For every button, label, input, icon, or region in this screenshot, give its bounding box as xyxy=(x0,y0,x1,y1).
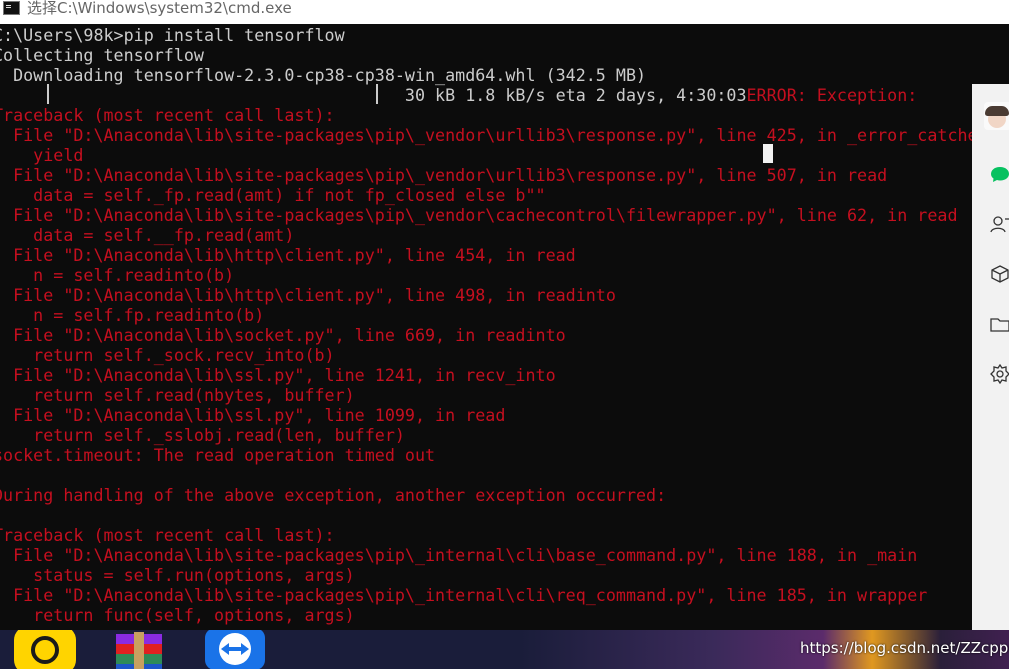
console-line-text: File "D:\Anaconda\lib\site-packages\pip\… xyxy=(0,125,988,145)
folder-icon[interactable] xyxy=(990,314,1009,334)
console-line-text: n = self.fp.readinto(b) xyxy=(0,305,265,325)
console-line-text: File "D:\Anaconda\lib\http\client.py", l… xyxy=(0,285,616,305)
console-line-text: File "D:\Anaconda\lib\site-packages\pip\… xyxy=(0,545,918,565)
wechat-side-panel xyxy=(972,84,1009,630)
console-line: n = self.readinto(b) xyxy=(0,265,234,285)
console-line-text: return func(self, options, args) xyxy=(0,605,355,625)
console-line: data = self._fp.read(amt) if not fp_clos… xyxy=(0,185,546,205)
console-line: During handling of the above exception, … xyxy=(0,485,666,505)
console-line: yield xyxy=(0,145,83,165)
console-line-text: File "D:\Anaconda\lib\site-packages\pip\… xyxy=(0,585,928,605)
console-line: File "D:\Anaconda\lib\socket.py", line 6… xyxy=(0,325,566,345)
console-line-text: 30 kB 1.8 kB/s eta 2 days, 4:30:03 xyxy=(0,85,747,105)
console-line: Traceback (most recent call last): xyxy=(0,525,335,545)
console-line-text: File "D:\Anaconda\lib\http\client.py", l… xyxy=(0,245,576,265)
avatar[interactable] xyxy=(984,102,1009,130)
csdn-watermark: https://blog.csdn.net/ZZcppc xyxy=(800,639,1009,657)
console-line: File "D:\Anaconda\lib\site-packages\pip\… xyxy=(0,545,917,565)
console-line-text: status = self.run(options, args) xyxy=(0,565,355,585)
console-line-text: Downloading tensorflow-2.3.0-cp38-cp38-w… xyxy=(0,65,647,85)
console-line: return self.read(nbytes, buffer) xyxy=(0,385,355,405)
chat-icon[interactable] xyxy=(990,164,1009,184)
title-bar[interactable]: 选择C:\Windows\system32\cmd.exe xyxy=(0,0,1009,24)
console-line-text: return self.read(nbytes, buffer) xyxy=(0,385,355,405)
teamviewer-app-icon[interactable] xyxy=(205,630,265,669)
avatar-hair xyxy=(985,106,1009,116)
thunder-app-icon[interactable] xyxy=(14,630,76,669)
thunder-app-icon-ring xyxy=(31,636,59,664)
console-line: File "D:\Anaconda\lib\site-packages\pip\… xyxy=(0,125,988,145)
console-line: File "D:\Anaconda\lib\http\client.py", l… xyxy=(0,285,616,305)
console-line-suffix: ERROR: Exception: xyxy=(746,85,918,105)
console-line: File "D:\Anaconda\lib\ssl.py", line 1099… xyxy=(0,405,505,425)
console-line-text: data = self.__fp.read(amt) xyxy=(0,225,295,245)
console-line: 30 kB 1.8 kB/s eta 2 days, 4:30:03ERROR:… xyxy=(0,85,917,105)
console-line-text: File "D:\Anaconda\lib\site-packages\pip\… xyxy=(0,165,888,185)
console-line-text: n = self.readinto(b) xyxy=(0,265,235,285)
console-line-text: socket.timeout: The read operation timed… xyxy=(0,445,436,465)
console-line-text: C:\Users\98k>pip install tensorflow xyxy=(0,25,345,45)
console-line: Collecting tensorflow xyxy=(0,45,204,65)
console-line: Traceback (most recent call last): xyxy=(0,105,335,125)
progress-bar-left-edge xyxy=(47,84,49,104)
contacts-icon[interactable] xyxy=(990,214,1009,234)
console-line: C:\Users\98k>pip install tensorflow xyxy=(0,25,345,45)
cube-icon[interactable] xyxy=(990,264,1009,284)
console-line: Downloading tensorflow-2.3.0-cp38-cp38-w… xyxy=(0,65,646,85)
console-line: status = self.run(options, args) xyxy=(0,565,355,585)
console-line-text: yield xyxy=(0,145,84,165)
console-line: File "D:\Anaconda\lib\ssl.py", line 1241… xyxy=(0,365,556,385)
console-line: File "D:\Anaconda\lib\site-packages\pip\… xyxy=(0,205,958,225)
window-title: 选择C:\Windows\system32\cmd.exe xyxy=(27,0,292,17)
console-line: File "D:\Anaconda\lib\site-packages\pip\… xyxy=(0,585,927,605)
progress-bar-right-edge xyxy=(376,84,378,104)
console-line-text: Traceback (most recent call last): xyxy=(0,525,335,545)
console-line-text: File "D:\Anaconda\lib\ssl.py", line 1099… xyxy=(0,405,506,425)
console-line-text: Collecting tensorflow xyxy=(0,45,204,65)
winrar-app-icon[interactable] xyxy=(110,632,168,669)
console-line-text: File "D:\Anaconda\lib\socket.py", line 6… xyxy=(0,325,566,345)
console-line-text: data = self._fp.read(amt) if not fp_clos… xyxy=(0,185,546,205)
console-line: File "D:\Anaconda\lib\http\client.py", l… xyxy=(0,245,576,265)
console-line-text: return self._sslobj.read(len, buffer) xyxy=(0,425,405,445)
console-line: return self._sslobj.read(len, buffer) xyxy=(0,425,405,445)
console-line-text: Traceback (most recent call last): xyxy=(0,105,335,125)
console-line-text: File "D:\Anaconda\lib\site-packages\pip\… xyxy=(0,205,958,225)
taskbar: https://blog.csdn.net/ZZcppc xyxy=(0,630,1009,669)
console-line: data = self.__fp.read(amt) xyxy=(0,225,294,245)
console-line-text: return self._sock.recv_into(b) xyxy=(0,345,335,365)
settings-icon[interactable] xyxy=(990,364,1009,384)
console-line: n = self.fp.readinto(b) xyxy=(0,305,264,325)
cmd-app-icon xyxy=(3,1,20,15)
console-line: socket.timeout: The read operation timed… xyxy=(0,445,435,465)
console-line: return self._sock.recv_into(b) xyxy=(0,345,335,365)
console-line: File "D:\Anaconda\lib\site-packages\pip\… xyxy=(0,165,887,185)
console-line: return func(self, options, args) xyxy=(0,605,355,625)
text-cursor xyxy=(763,144,773,163)
console-output[interactable]: C:\Users\98k>pip install tensorflow Colle… xyxy=(0,24,1009,630)
console-line-text: During handling of the above exception, … xyxy=(0,485,667,505)
console-line-text: File "D:\Anaconda\lib\ssl.py", line 1241… xyxy=(0,365,556,385)
